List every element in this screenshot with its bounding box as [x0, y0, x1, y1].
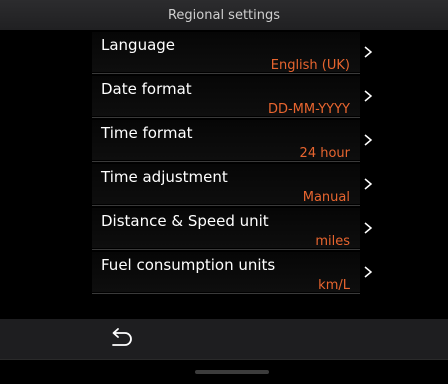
bottom-bar	[0, 319, 448, 359]
chevron-right-icon	[364, 222, 373, 234]
chevron-right-icon	[364, 266, 373, 278]
chevron-right-icon	[364, 134, 373, 146]
back-button[interactable]	[103, 326, 137, 352]
setting-row-language[interactable]: Language English (UK)	[0, 30, 448, 74]
setting-value: 24 hour	[299, 146, 350, 161]
title-bar: Regional settings	[0, 0, 448, 30]
chevron-right-icon	[364, 178, 373, 190]
setting-row-distance-speed-unit[interactable]: Distance & Speed unit miles	[0, 206, 448, 250]
setting-value: DD-MM-YYYY	[267, 102, 350, 117]
chevron-right-icon	[364, 46, 373, 58]
setting-label: Time adjustment	[101, 168, 228, 186]
setting-row-time-format[interactable]: Time format 24 hour	[0, 118, 448, 162]
setting-label: Date format	[101, 80, 192, 98]
setting-label: Time format	[101, 124, 193, 142]
page-title: Regional settings	[167, 7, 281, 23]
setting-value: English (UK)	[270, 58, 350, 73]
setting-row-date-format[interactable]: Date format DD-MM-YYYY	[0, 74, 448, 118]
setting-label: Language	[101, 36, 176, 54]
setting-label: Distance & Speed unit	[101, 212, 269, 230]
setting-row-fuel-consumption-units[interactable]: Fuel consumption units km/L	[0, 250, 448, 294]
setting-value: km/L	[318, 278, 350, 293]
home-indicator[interactable]	[195, 370, 269, 374]
back-arrow-icon	[112, 328, 132, 346]
settings-list: Language English (UK) Date format DD-MM-…	[0, 30, 448, 294]
chevron-right-icon	[364, 90, 373, 102]
setting-value: miles	[315, 234, 350, 249]
setting-row-time-adjustment[interactable]: Time adjustment Manual	[0, 162, 448, 206]
regional-settings-screen: Regional settings Language English (UK) …	[0, 0, 448, 384]
setting-value: Manual	[302, 190, 350, 205]
setting-label: Fuel consumption units	[101, 256, 276, 274]
home-strip	[0, 359, 448, 384]
row-divider	[92, 293, 360, 294]
